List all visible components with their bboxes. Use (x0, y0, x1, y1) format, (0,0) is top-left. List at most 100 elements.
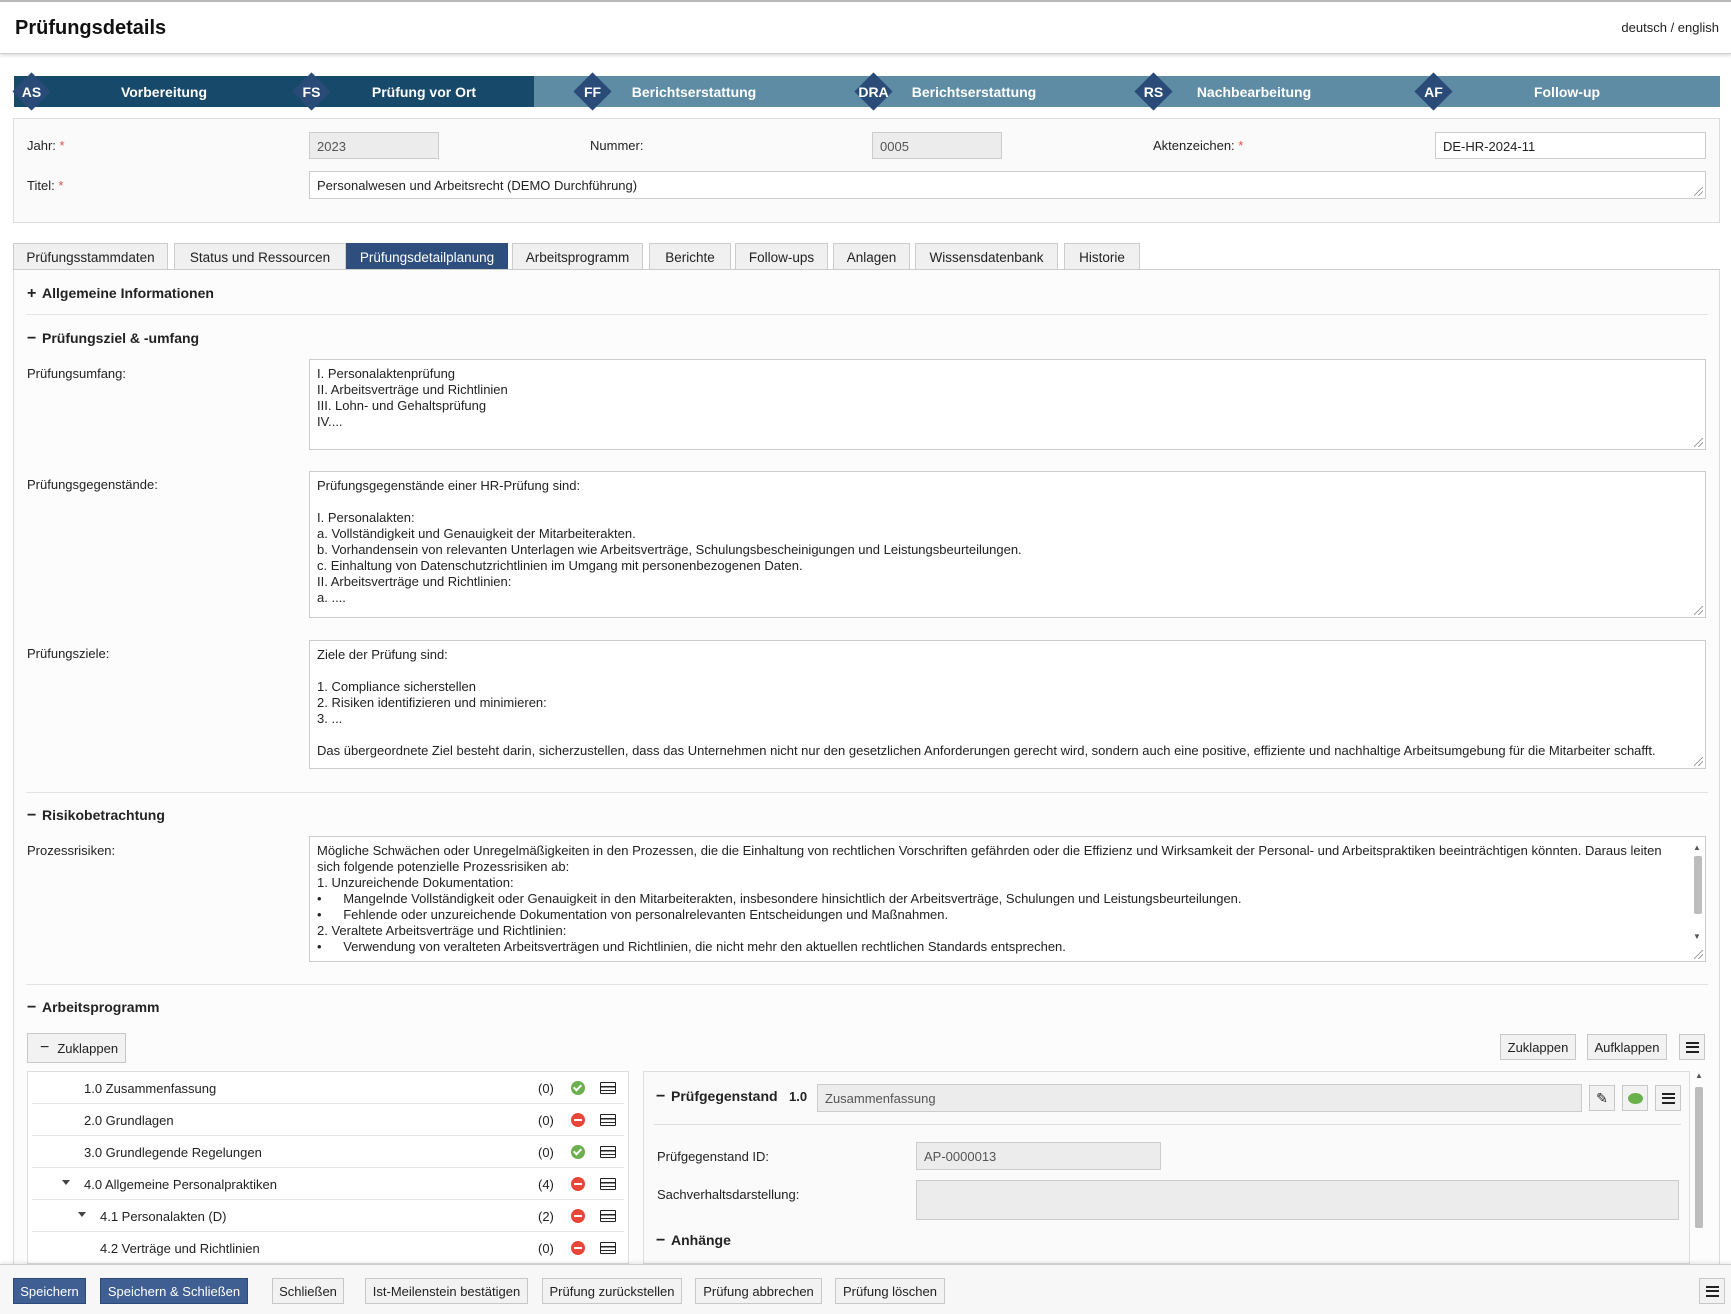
section-risk-header[interactable]: − Risikobetrachtung (27, 807, 165, 825)
program-menu-button[interactable] (1679, 1034, 1705, 1060)
section-scope-header[interactable]: − Prüfungsziel & -umfang (27, 330, 199, 348)
subjects-textarea[interactable]: Prüfungsgegenstände einer HR-Prüfung sin… (309, 471, 1706, 618)
section-general-header[interactable]: + Allgemeine Informationen (27, 285, 214, 303)
detail-id-label: Prüfgegenstand ID: (657, 1149, 770, 1164)
action-bar: Speichern Speichern & Schließen Schließe… (0, 1264, 1731, 1314)
details-table-icon[interactable] (600, 1082, 616, 1094)
details-table-icon[interactable] (600, 1178, 616, 1190)
status-ok-icon (571, 1081, 585, 1095)
process-risks-textarea[interactable]: Mögliche Schwächen oder Unregelmäßigkeit… (309, 836, 1706, 962)
file-number-field[interactable]: DE-HR-2024-11 (1435, 132, 1706, 159)
language-switch: deutsch / english (1621, 20, 1719, 35)
title-label: Titel: * (27, 178, 64, 193)
milestone-diamond-icon: AS (12, 72, 51, 111)
confirm-milestone-button[interactable]: Ist-Meilenstein bestätigen (365, 1278, 528, 1304)
resize-grip-icon[interactable] (1694, 438, 1703, 447)
tree-row[interactable]: 2.0 Grundlagen (0) (32, 1104, 624, 1136)
tab-berichte[interactable]: Berichte (649, 243, 731, 270)
milestone-as[interactable]: Vorbereitung (14, 76, 274, 107)
detail-number: 1.0 (789, 1089, 808, 1104)
postpone-audit-button[interactable]: Prüfung zurückstellen (542, 1278, 682, 1304)
delete-audit-button[interactable]: Prüfung löschen (835, 1278, 945, 1304)
expand-button[interactable]: Aufklappen (1587, 1034, 1667, 1060)
minus-icon: − (40, 1039, 50, 1056)
resize-grip-icon[interactable] (1694, 757, 1703, 766)
collapse-button[interactable]: Zuklappen (1500, 1034, 1576, 1060)
lang-en-link[interactable]: english (1678, 20, 1719, 35)
comments-button[interactable] (1622, 1085, 1648, 1111)
collapse-icon: − (27, 807, 37, 824)
edit-button[interactable]: ✎ (1589, 1085, 1615, 1111)
goals-textarea[interactable]: Ziele der Prüfung sind: 1. Compliance si… (309, 640, 1706, 769)
milestone-label: Prüfung vor Ort (371, 83, 477, 100)
tab-pruefungsdetailplanung[interactable]: Prüfungsdetailplanung (346, 243, 508, 270)
tab-historie[interactable]: Historie (1064, 243, 1140, 270)
milestone-label: Berichtserstattung (911, 83, 1037, 100)
scope-label: Prüfungsumfang: (27, 366, 127, 381)
cancel-audit-button[interactable]: Prüfung abbrechen (695, 1278, 822, 1304)
scroll-up-icon[interactable]: ▲ (1695, 1071, 1703, 1080)
detail-scrollbar[interactable]: ▲ (1692, 1071, 1706, 1264)
section-title: Risikobetrachtung (42, 807, 165, 823)
milestone-label: Vorbereitung (120, 83, 208, 100)
detail-name-field[interactable]: Zusammenfassung (817, 1084, 1582, 1112)
collapse-icon: − (27, 999, 37, 1016)
close-button[interactable]: Schließen (272, 1278, 344, 1304)
milestone-label: Nachbearbeitung (1196, 83, 1312, 100)
save-close-button[interactable]: Speichern & Schließen (100, 1278, 248, 1304)
footer-menu-button[interactable] (1699, 1278, 1725, 1304)
tree-row[interactable]: 4.0 Allgemeine Personalpraktiken (4) (32, 1168, 624, 1200)
attachments-header[interactable]: − Anhänge (656, 1232, 731, 1250)
tab-follow-ups[interactable]: Follow-ups (735, 243, 828, 270)
section-title: Arbeitsprogramm (42, 999, 160, 1015)
details-table-icon[interactable] (600, 1242, 616, 1254)
divider (26, 984, 1708, 985)
tab-wissensdatenbank[interactable]: Wissensdatenbank (915, 243, 1058, 270)
tree-row-label: 4.1 Personalakten (D) (100, 1209, 227, 1224)
tree-row[interactable]: 4.1 Personalakten (D) (2) (32, 1200, 624, 1232)
milestone-diamond-icon: FS (292, 72, 331, 111)
detail-menu-button[interactable] (1655, 1085, 1681, 1111)
resize-grip-icon[interactable] (1694, 950, 1703, 959)
collapse-tree-button[interactable]: − Zuklappen (27, 1033, 126, 1063)
caret-down-icon[interactable] (62, 1180, 70, 1185)
milestone-label: Berichtserstattung (631, 83, 757, 100)
section-program-header[interactable]: − Arbeitsprogramm (27, 999, 159, 1017)
title-field[interactable]: Personalwesen und Arbeitsrecht (DEMO Dur… (309, 171, 1706, 199)
details-table-icon[interactable] (600, 1146, 616, 1158)
save-button[interactable]: Speichern (13, 1278, 86, 1304)
menu-icon (1685, 1041, 1699, 1053)
year-field[interactable]: 2023 (309, 132, 439, 159)
tab-anlagen[interactable]: Anlagen (833, 243, 910, 270)
divider (654, 1124, 1681, 1125)
tree-row[interactable]: 4.2 Verträge und Richtlinien (0) (32, 1232, 624, 1263)
milestone-label: Follow-up (1533, 83, 1601, 100)
detail-id-field[interactable]: AP-0000013 (916, 1142, 1161, 1170)
scope-textarea[interactable]: I. Personalaktenprüfung II. Arbeitsvertr… (309, 359, 1706, 450)
tree-row-count: (0) (538, 1241, 554, 1256)
facts-field[interactable] (916, 1180, 1679, 1220)
resize-grip-icon[interactable] (1694, 187, 1703, 196)
tree-row[interactable]: 3.0 Grundlegende Regelungen (0) (32, 1136, 624, 1168)
tree-row[interactable]: 1.0 Zusammenfassung (0) (32, 1072, 624, 1104)
details-table-icon[interactable] (600, 1210, 616, 1222)
textarea-scrollbar[interactable]: ▲ ▼ (1690, 838, 1704, 947)
tree-row-label: 4.2 Verträge und Richtlinien (100, 1241, 260, 1256)
number-field[interactable]: 0005 (872, 132, 1002, 159)
tree-row-label: 3.0 Grundlegende Regelungen (84, 1145, 262, 1160)
tree-row-count: (0) (538, 1145, 554, 1160)
goals-label: Prüfungsziele: (27, 646, 110, 661)
tab-arbeitsprogramm[interactable]: Arbeitsprogramm (512, 243, 643, 270)
collapse-icon: − (656, 1232, 666, 1249)
resize-grip-icon[interactable] (1694, 606, 1703, 615)
detail-heading[interactable]: − Prüfgegenstand (656, 1088, 778, 1106)
lang-de-link[interactable]: deutsch (1621, 20, 1667, 35)
facts-label: Sachverhaltsdarstellung: (657, 1187, 800, 1202)
button-label: Zuklappen (57, 1040, 119, 1056)
milestone-diamond-icon: RS (1134, 72, 1173, 111)
section-title: Prüfungsziel & -umfang (42, 330, 200, 346)
caret-down-icon[interactable] (78, 1212, 86, 1217)
tab-pruefungsstammdaten[interactable]: Prüfungsstammdaten (13, 243, 168, 270)
details-table-icon[interactable] (600, 1114, 616, 1126)
tab-status-ressourcen[interactable]: Status und Ressourcen (174, 243, 346, 270)
